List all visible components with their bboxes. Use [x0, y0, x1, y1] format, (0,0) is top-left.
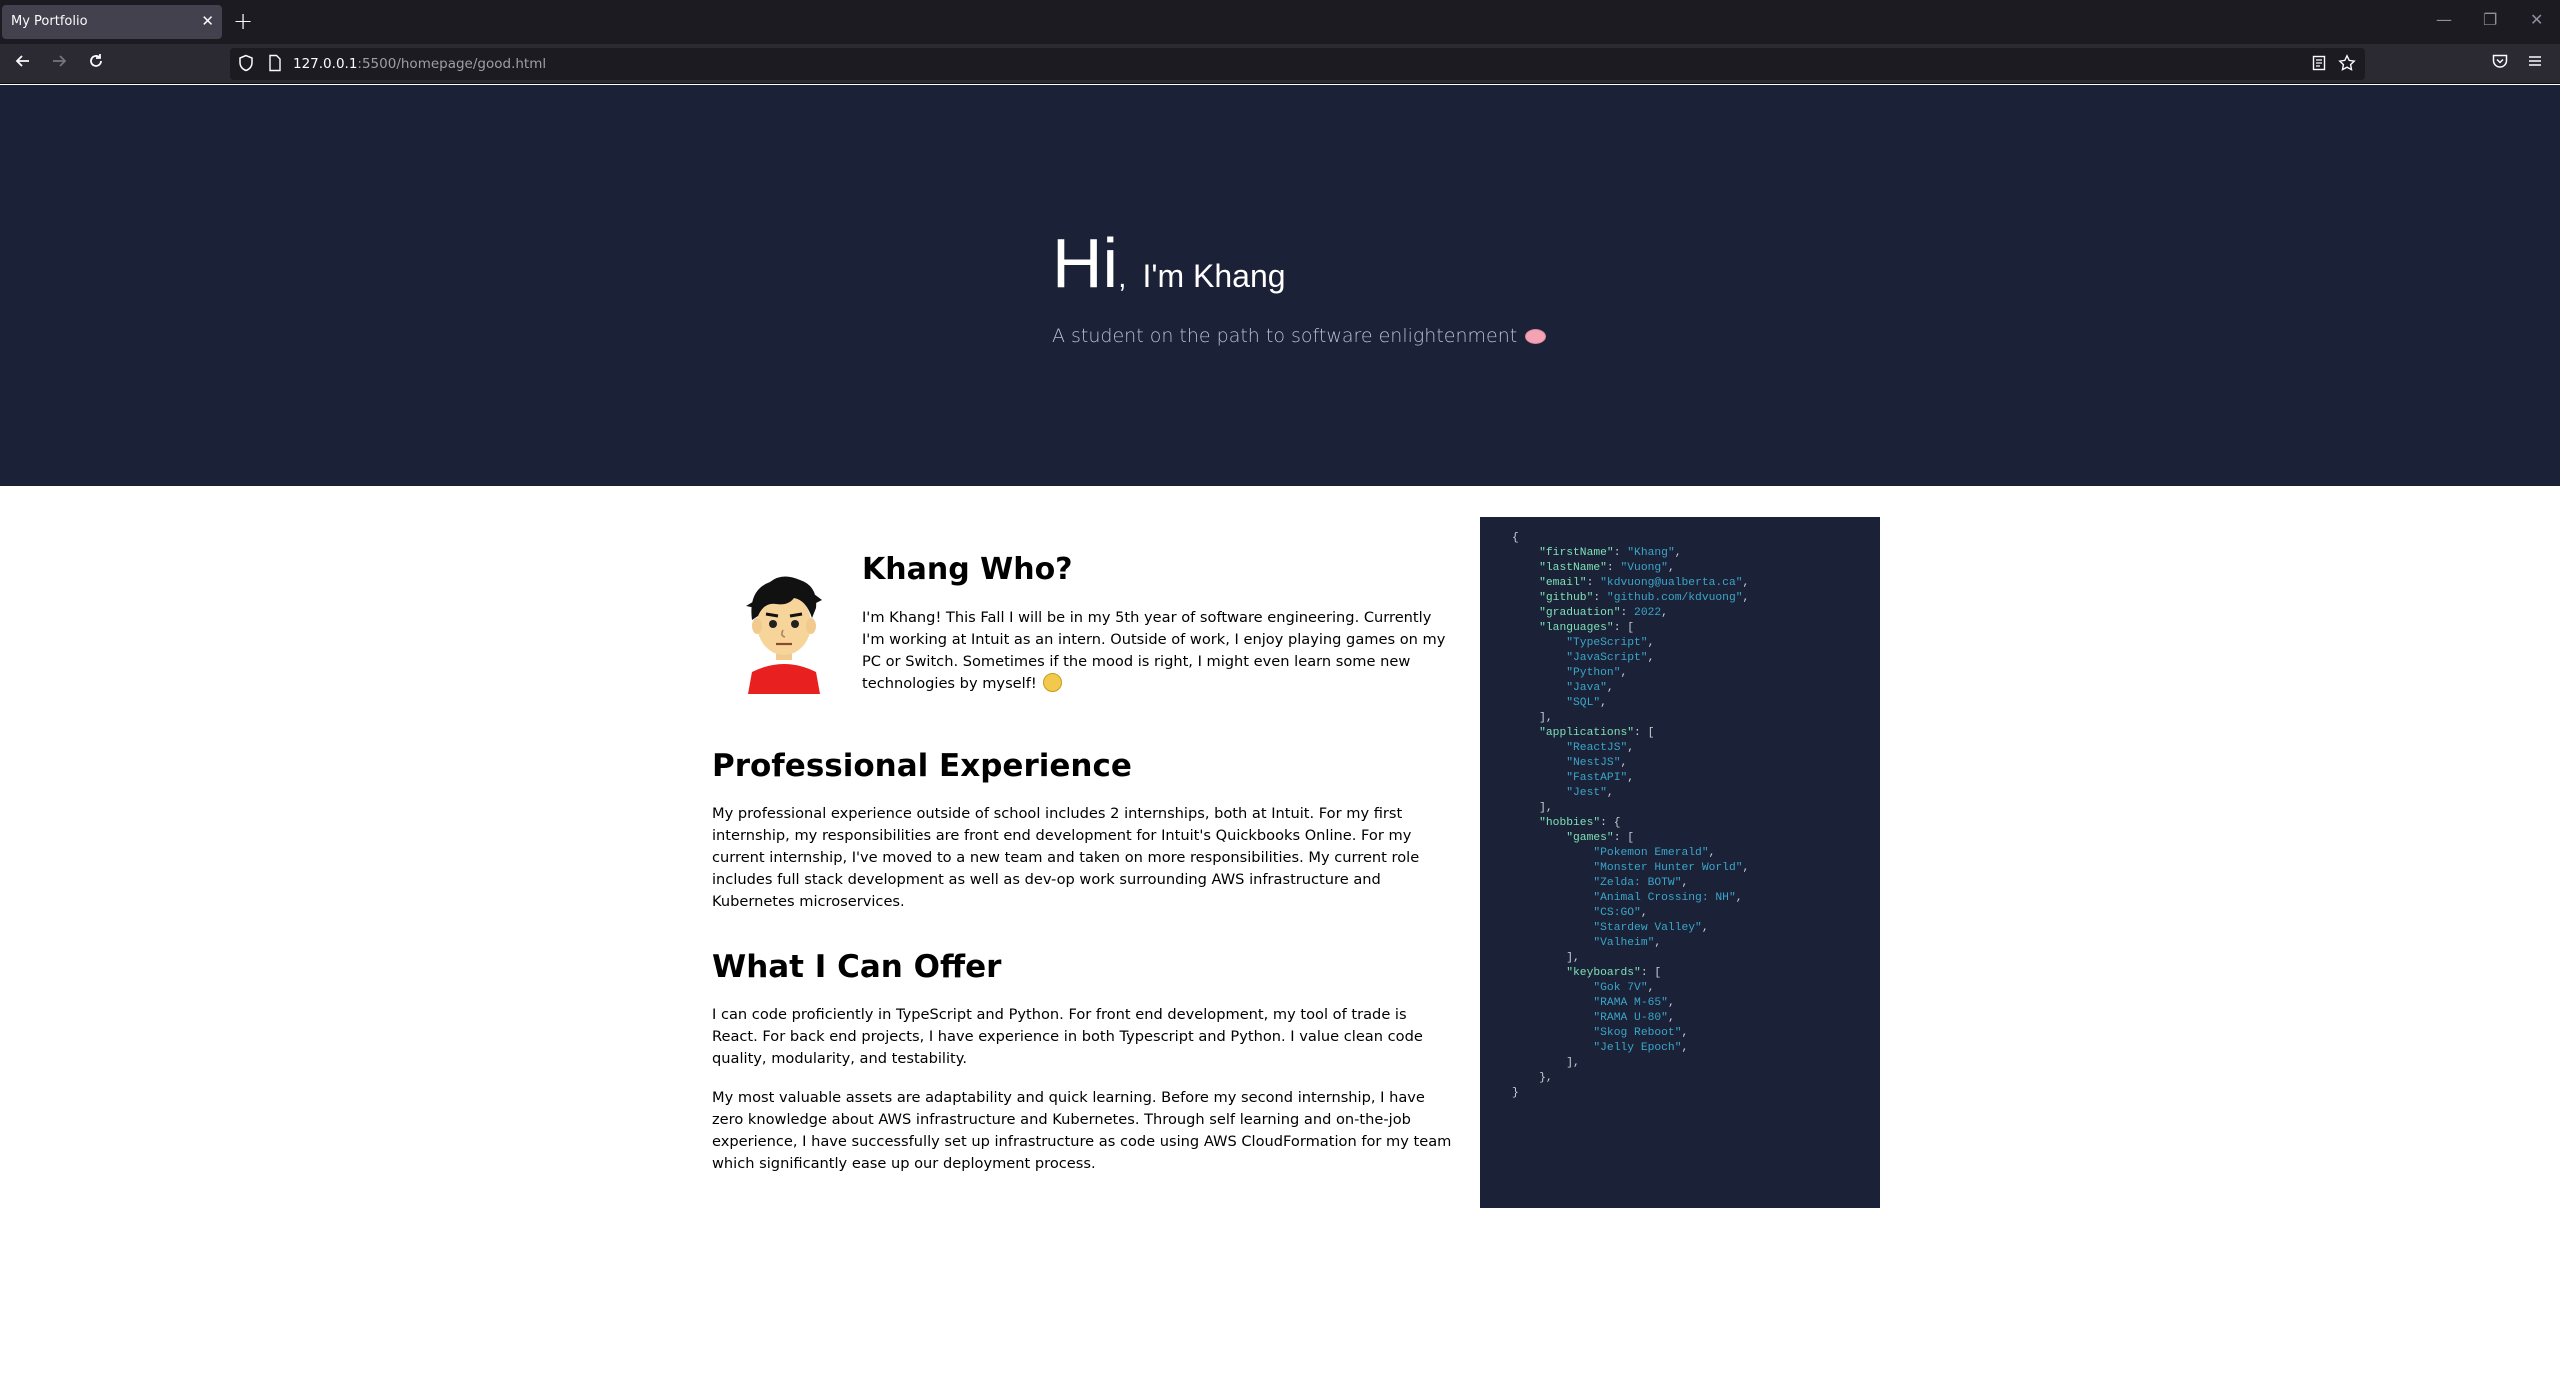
grinning-emoji-icon: [1043, 673, 1063, 692]
bookmark-star-icon[interactable]: [2338, 54, 2356, 78]
pocket-icon[interactable]: [2488, 52, 2512, 76]
avatar: [746, 576, 822, 694]
forward-icon[interactable]: [47, 52, 71, 76]
experience-paragraph: My professional experience outside of sc…: [712, 805, 1420, 910]
offer-paragraph-1: I can code proficiently in TypeScript an…: [712, 1006, 1423, 1067]
hero-banner: Hi, I'm Khang A student on the path to so…: [0, 85, 2560, 486]
profile-json-code-block: { "firstName": "Khang", "lastName": "Vuo…: [1480, 517, 1880, 1208]
hero-subtitle: A student on the path to software enligh…: [1052, 325, 1547, 347]
navigation-toolbar: 127.0.0.1:5500/homepage/good.html: [0, 44, 2560, 84]
back-icon[interactable]: [11, 52, 35, 76]
reader-view-icon[interactable]: [2312, 54, 2326, 78]
hero-name: I'm Khang: [1142, 258, 1286, 294]
profile-json-code: { "firstName": "Khang", "lastName": "Vuo…: [1512, 532, 1750, 1099]
tab-my-portfolio[interactable]: My Portfolio ✕: [2, 5, 222, 39]
experience-heading: Professional Experience: [712, 748, 1132, 784]
about-paragraph: I'm Khang! This Fall I will be in my 5th…: [862, 609, 1446, 692]
hero-hi: Hi: [1052, 224, 1119, 302]
page-icon[interactable]: [268, 54, 282, 78]
offer-heading: What I Can Offer: [712, 949, 1002, 985]
offer-paragraph-2: My most valuable assets are adaptability…: [712, 1089, 1452, 1172]
hero-heading: Hi, I'm Khang: [1052, 223, 1286, 303]
menu-icon[interactable]: [2523, 52, 2547, 76]
url-bar[interactable]: 127.0.0.1:5500/homepage/good.html: [230, 48, 2365, 80]
url-text[interactable]: 127.0.0.1:5500/homepage/good.html: [293, 56, 546, 72]
tab-bar: My Portfolio ✕ + — ❐ ✕: [0, 0, 2560, 44]
minimize-icon[interactable]: —: [2436, 10, 2452, 30]
brain-emoji-icon: [1525, 329, 1547, 344]
hero-comma: ,: [1118, 261, 1127, 294]
reload-icon[interactable]: [84, 52, 108, 76]
close-tab-icon[interactable]: ✕: [201, 11, 214, 31]
restore-icon[interactable]: ❐: [2483, 10, 2497, 30]
close-window-icon[interactable]: ✕: [2530, 10, 2543, 30]
tab-title: My Portfolio: [11, 14, 88, 29]
about-heading: Khang Who?: [862, 552, 1073, 587]
shield-icon[interactable]: [238, 54, 254, 78]
new-tab-button[interactable]: +: [233, 8, 253, 34]
